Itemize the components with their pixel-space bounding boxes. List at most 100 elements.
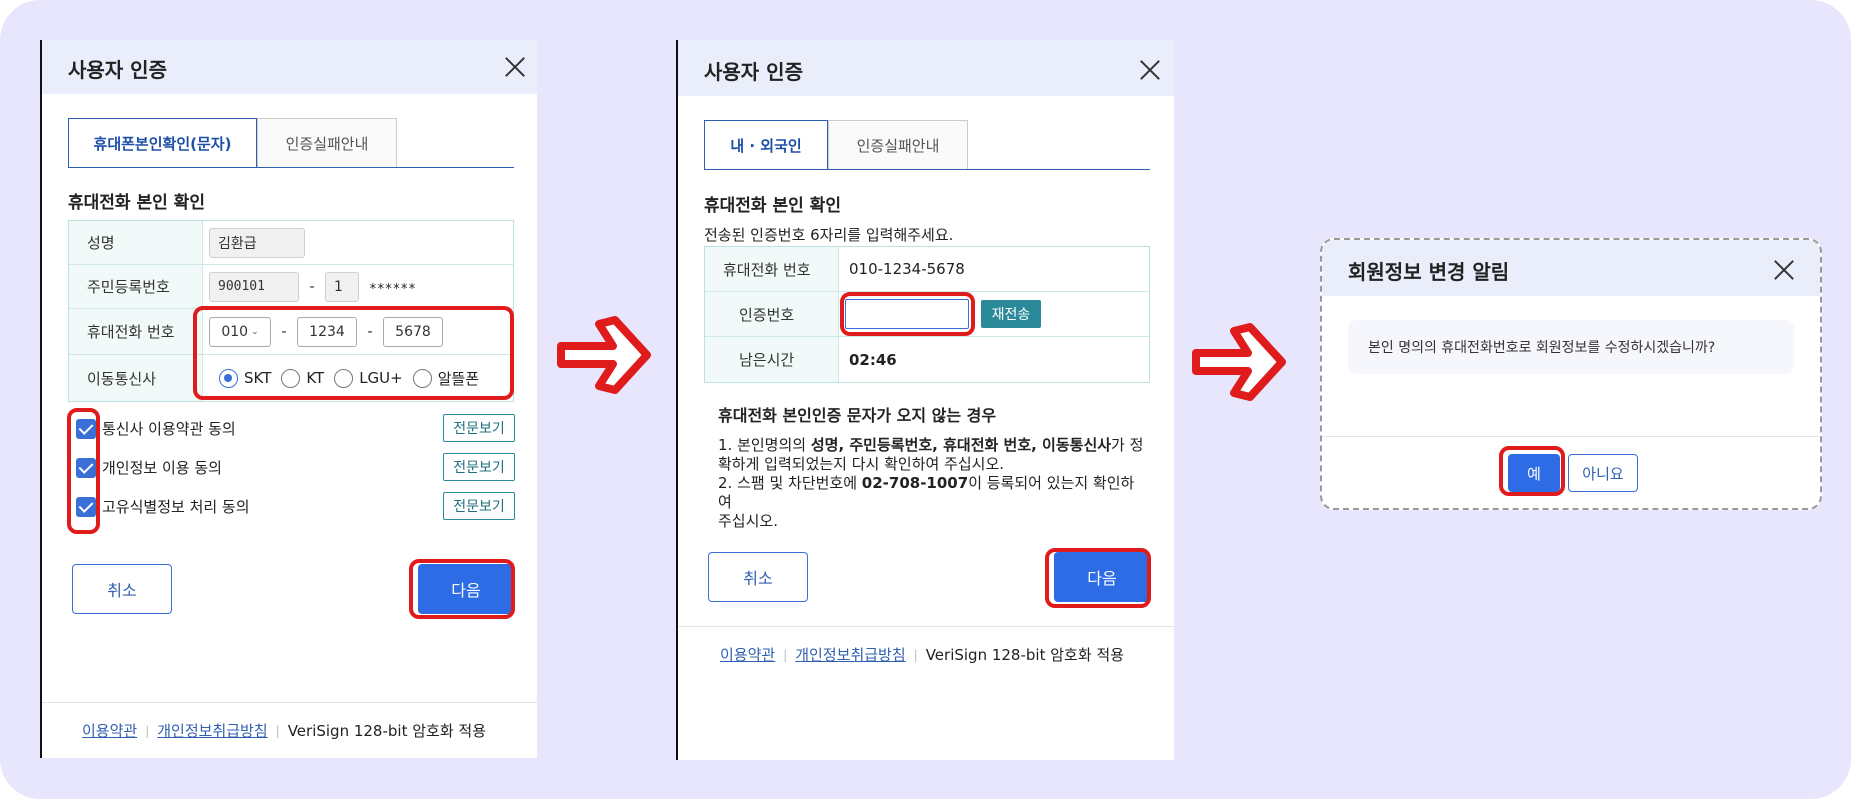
phone-value: 010-1234-5678	[849, 260, 965, 278]
chevron-down-icon: ⌄	[251, 326, 259, 337]
no-button[interactable]: 아니요	[1568, 454, 1638, 492]
remaining-label: 남은시간	[705, 337, 839, 382]
tab-auth-fail-guide[interactable]: 인증실패안내	[257, 118, 397, 167]
notice-text: 2. 스팸 및 차단번호에	[718, 474, 862, 492]
close-icon[interactable]	[504, 56, 526, 78]
next-button[interactable]: 다음	[1054, 552, 1150, 602]
phone-mid-field[interactable]: 1234	[297, 316, 357, 347]
phone-last-field[interactable]: 5678	[383, 316, 443, 347]
phone-dash-1: -	[281, 323, 287, 340]
remaining-row: 남은시간 02:46	[705, 337, 1149, 382]
notice-title: 휴대전화 본인인증 문자가 오지 않는 경우	[718, 406, 997, 425]
resend-button[interactable]: 재전송	[981, 300, 1041, 328]
rrn-mask: ******	[369, 282, 416, 297]
agreement-unique-id[interactable]: 고유식별정보 처리 동의	[76, 496, 250, 517]
dialog-footer: 이용약관 | 개인정보취급방침 | VeriSign 128-bit 암호화 적…	[678, 626, 1174, 682]
timer-value: 02:46	[849, 350, 897, 369]
view-full-button[interactable]: 전문보기	[443, 414, 515, 442]
notice-text: 1. 본인명의의	[718, 436, 811, 454]
checkbox-checked-icon[interactable]	[76, 496, 96, 517]
carrier-row: 이동통신사 SKT KT LGU+ 알뜰폰	[69, 355, 513, 401]
notice-text: 주십시오.	[718, 512, 778, 530]
carrier-radio-skt[interactable]: SKT	[219, 368, 272, 388]
name-field[interactable]: 김환급	[209, 227, 305, 258]
phone-row: 휴대전화 번호 010 ⌄ - 1234 - 5678	[69, 309, 513, 355]
verification-form: 휴대전화 번호 010-1234-5678 인증번호 재전송 남은시간 02:4…	[704, 246, 1150, 383]
security-note: VeriSign 128-bit 암호화 적용	[925, 646, 1124, 664]
footer-separator: |	[783, 647, 788, 662]
terms-link[interactable]: 이용약관	[720, 644, 775, 665]
radio-icon	[281, 368, 301, 388]
close-icon[interactable]	[1773, 259, 1795, 281]
footer-separator: |	[145, 723, 150, 738]
cancel-button[interactable]: 취소	[72, 564, 172, 614]
notice-text: 확하게 입력되었는지 다시 확인하여 주십시오.	[718, 455, 1005, 473]
tab-phone-sms[interactable]: 휴대폰본인확인(문자)	[68, 118, 257, 167]
carrier-radio-lgu[interactable]: LGU+	[334, 368, 403, 388]
carrier-label-kt: KT	[306, 369, 325, 387]
carrier-label-lgu: LGU+	[359, 369, 403, 387]
agreement-carrier-terms[interactable]: 통신사 이용약관 동의	[76, 418, 236, 439]
section-title: 휴대전화 본인 확인	[68, 193, 205, 213]
instruction-text: 전송된 인증번호 6자리를 입력해주세요.	[704, 226, 954, 244]
phone-prefix-value: 010	[221, 323, 249, 340]
view-full-button[interactable]: 전문보기	[443, 492, 515, 520]
carrier-label: 이동통신사	[69, 355, 203, 401]
arrow-right-icon	[557, 316, 651, 394]
phone-prefix-select[interactable]: 010 ⌄	[209, 316, 271, 347]
confirm-message: 본인 명의의 휴대전화번호로 회원정보를 수정하시겠습니까?	[1368, 340, 1716, 356]
carrier-radio-kt[interactable]: KT	[281, 368, 325, 388]
close-icon[interactable]	[1139, 59, 1161, 81]
arrow-right-icon	[1192, 323, 1286, 401]
rrn-back-first-field[interactable]: 1	[325, 271, 359, 302]
notice-bold: 성명, 주민등록번호, 휴대전화 번호, 이동통신사	[810, 436, 1112, 454]
rrn-front-field[interactable]: 900101	[209, 271, 299, 302]
privacy-link[interactable]: 개인정보취급방침	[795, 644, 905, 665]
agreement-label: 고유식별정보 처리 동의	[102, 498, 250, 516]
verification-code-input[interactable]	[845, 299, 969, 329]
rrn-label: 주민등록번호	[69, 265, 203, 308]
dialog-title: 사용자 인증	[704, 60, 803, 84]
name-row: 성명 김환급	[69, 221, 513, 265]
agreement-privacy[interactable]: 개인정보 이용 동의	[76, 457, 222, 478]
radio-icon	[412, 368, 432, 388]
dialog-header: 회원정보 변경 알림	[1322, 240, 1820, 296]
code-label: 인증번호	[705, 292, 839, 336]
dialog-title: 사용자 인증	[68, 58, 167, 82]
phone-row: 휴대전화 번호 010-1234-5678	[705, 247, 1149, 292]
footer-separator: |	[913, 647, 918, 662]
checkbox-checked-icon[interactable]	[76, 457, 96, 478]
privacy-link[interactable]: 개인정보취급방침	[157, 720, 267, 741]
name-label: 성명	[69, 221, 203, 264]
tab-auth-fail-guide[interactable]: 인증실패안내	[828, 120, 968, 169]
member-info-dialog: 회원정보 변경 알림 본인 명의의 휴대전화번호로 회원정보를 수정하시겠습니까…	[1320, 238, 1822, 510]
notice-bold: 02-708-1007	[861, 474, 969, 492]
rrn-row: 주민등록번호 900101 - 1 ******	[69, 265, 513, 309]
carrier-label-mvno: 알뜰폰	[437, 369, 480, 388]
cancel-button[interactable]: 취소	[708, 552, 808, 602]
phone-dash-2: -	[367, 323, 373, 340]
agreement-label: 개인정보 이용 동의	[102, 459, 222, 477]
dialog-header: 사용자 인증	[42, 40, 537, 94]
carrier-radio-mvno[interactable]: 알뜰폰	[412, 368, 480, 389]
tab-domestic-foreign[interactable]: 내 · 외국인	[704, 120, 828, 169]
auth-dialog-step1: 사용자 인증 휴대폰본인확인(문자) 인증실패안내 휴대전화 본인 확인 성명 …	[40, 40, 537, 758]
checkbox-checked-icon[interactable]	[76, 418, 96, 439]
divider	[1322, 436, 1820, 437]
terms-link[interactable]: 이용약관	[82, 720, 137, 741]
rrn-dash: -	[309, 278, 315, 295]
code-row: 인증번호 재전송	[705, 292, 1149, 337]
radio-icon	[334, 368, 354, 388]
yes-button[interactable]: 예	[1508, 454, 1560, 492]
view-full-button[interactable]: 전문보기	[443, 453, 515, 481]
auth-dialog-step2: 사용자 인증 내 · 외국인 인증실패안내 휴대전화 본인 확인 전송된 인증번…	[676, 40, 1174, 760]
notice-body: 1. 본인명의의 성명, 주민등록번호, 휴대전화 번호, 이동통신사가 정 확…	[718, 436, 1148, 531]
section-title: 휴대전화 본인 확인	[704, 196, 841, 216]
next-button[interactable]: 다음	[418, 564, 514, 614]
dialog-footer: 이용약관 | 개인정보취급방침 | VeriSign 128-bit 암호화 적…	[42, 702, 537, 758]
footer-separator: |	[275, 723, 280, 738]
security-note: VeriSign 128-bit 암호화 적용	[287, 722, 486, 740]
identity-form: 성명 김환급 주민등록번호 900101 - 1 ****** 휴대전화 번호 …	[68, 220, 514, 402]
radio-selected-icon	[219, 368, 238, 388]
carrier-label-skt: SKT	[244, 369, 272, 387]
